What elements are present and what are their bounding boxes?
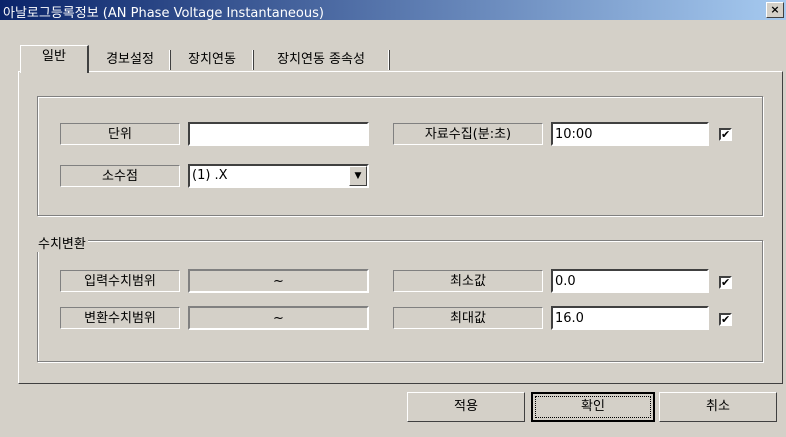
min-value-checkbox[interactable]: ✔ xyxy=(719,276,732,289)
tab-device-link-dependency[interactable]: 장치연동 종속성 xyxy=(256,50,386,70)
ok-button[interactable]: 확인 xyxy=(531,392,655,422)
close-button[interactable]: × xyxy=(766,2,784,18)
min-value-input[interactable] xyxy=(551,269,709,293)
tab-general[interactable]: 일반 xyxy=(20,45,89,73)
input-range-value: ~ xyxy=(188,269,369,293)
tab-alarm-settings[interactable]: 경보설정 xyxy=(92,50,168,70)
max-value-input[interactable] xyxy=(551,306,709,330)
conversion-groupbox xyxy=(37,240,763,362)
unit-label: 단위 xyxy=(60,123,180,145)
collection-interval-input[interactable] xyxy=(551,122,709,146)
apply-button[interactable]: 적용 xyxy=(407,392,525,422)
ok-button-label: 확인 xyxy=(535,396,651,418)
window-title: 아날로그등록정보 (AN Phase Voltage Instantaneous… xyxy=(3,6,324,21)
tab-separator xyxy=(388,50,390,70)
general-groupbox xyxy=(37,96,763,216)
title-bar[interactable]: 아날로그등록정보 (AN Phase Voltage Instantaneous… xyxy=(0,0,786,21)
input-range-label: 입력수치범위 xyxy=(60,270,180,292)
decimal-select-value: (1) .X xyxy=(192,168,228,183)
tab-general-label: 일반 xyxy=(42,49,66,64)
collection-interval-label: 자료수집(분:초) xyxy=(393,123,543,145)
chevron-down-icon[interactable]: ▼ xyxy=(349,166,367,186)
analog-properties-dialog: 아날로그등록정보 (AN Phase Voltage Instantaneous… xyxy=(0,0,786,437)
output-range-label: 변환수치범위 xyxy=(60,307,180,329)
unit-input[interactable] xyxy=(188,122,369,146)
tab-alarm-settings-label: 경보설정 xyxy=(106,52,154,67)
conversion-group-title: 수치변환 xyxy=(36,233,88,252)
max-value-label: 최대값 xyxy=(393,307,543,329)
tab-device-link-dependency-label: 장치연동 종속성 xyxy=(277,52,365,67)
decimal-label: 소수점 xyxy=(60,165,180,187)
tab-separator xyxy=(252,50,254,70)
tab-separator xyxy=(169,50,171,70)
max-value-checkbox[interactable]: ✔ xyxy=(719,313,732,326)
tab-device-link[interactable]: 장치연동 xyxy=(173,50,251,70)
collection-interval-checkbox[interactable]: ✔ xyxy=(719,128,732,141)
decimal-select[interactable]: (1) .X ▼ xyxy=(188,164,369,188)
tab-device-link-label: 장치연동 xyxy=(188,52,236,67)
min-value-label: 최소값 xyxy=(393,270,543,292)
output-range-value: ~ xyxy=(188,306,369,330)
cancel-button[interactable]: 취소 xyxy=(659,392,777,422)
